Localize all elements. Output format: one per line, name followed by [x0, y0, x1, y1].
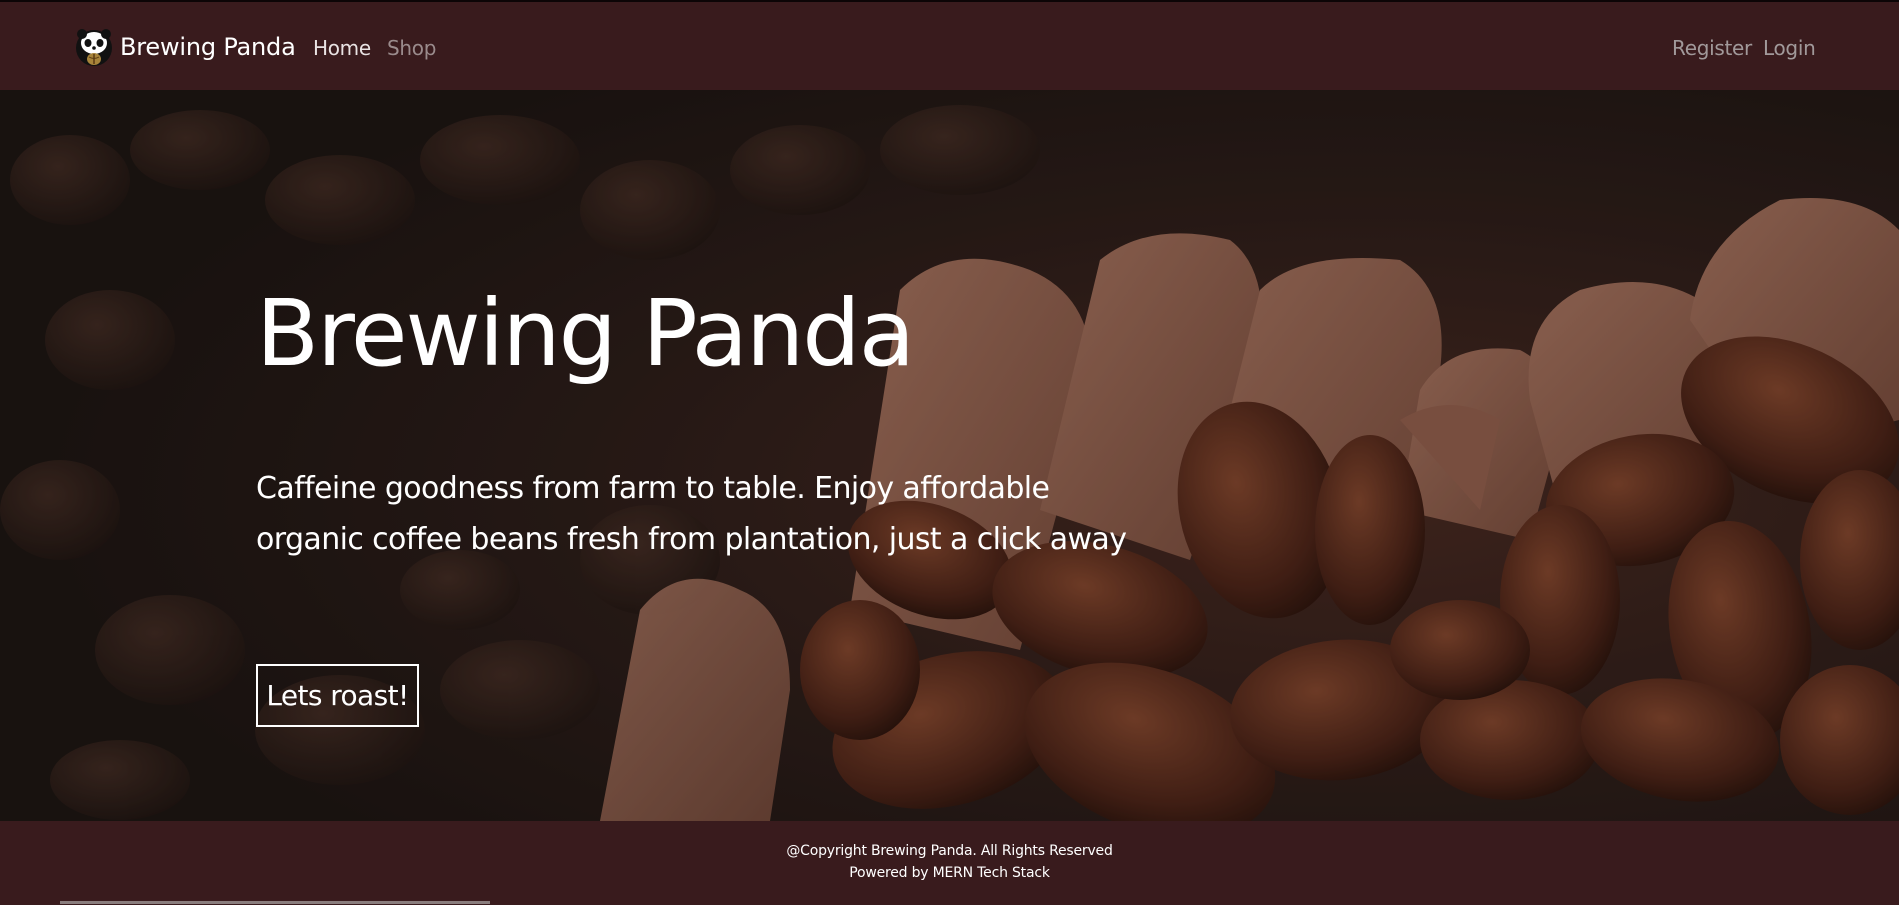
footer-copyright: @Copyright Brewing Panda. All Rights Res…	[786, 843, 1113, 859]
nav-shop-link[interactable]: Shop	[387, 36, 436, 60]
horizontal-scrollbar[interactable]	[60, 901, 490, 904]
footer: @Copyright Brewing Panda. All Rights Res…	[0, 821, 1899, 905]
panda-logo-icon	[76, 29, 112, 66]
nav-register-link[interactable]: Register	[1672, 36, 1752, 60]
lets-roast-button[interactable]: Lets roast!	[256, 664, 419, 727]
nav-home-link[interactable]: Home	[313, 36, 371, 60]
hero-title: Brewing Panda	[256, 280, 915, 387]
brand-name: Brewing Panda	[120, 33, 296, 61]
nav-login-link[interactable]: Login	[1763, 36, 1816, 60]
brand-link[interactable]: Brewing Panda	[74, 26, 296, 68]
hero-section: Brewing Panda Caffeine goodness from far…	[0, 90, 1899, 821]
hero-description: Caffeine goodness from farm to table. En…	[256, 471, 1127, 557]
navbar: Brewing Panda Home Shop Register Login	[0, 2, 1899, 90]
footer-powered-by: Powered by MERN Tech Stack	[849, 865, 1050, 881]
